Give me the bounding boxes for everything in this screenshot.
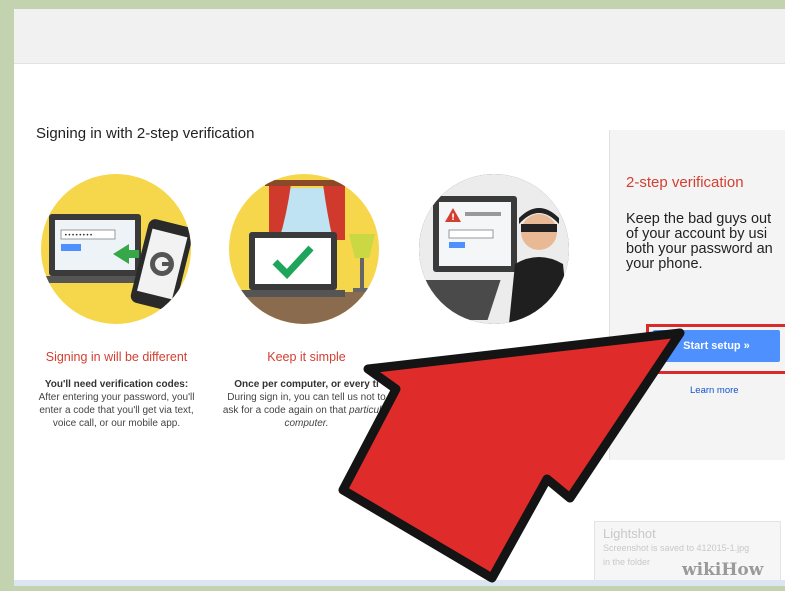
red-arrow-annotation [338,328,685,583]
wikihow-watermark: wikiHow [682,560,764,580]
